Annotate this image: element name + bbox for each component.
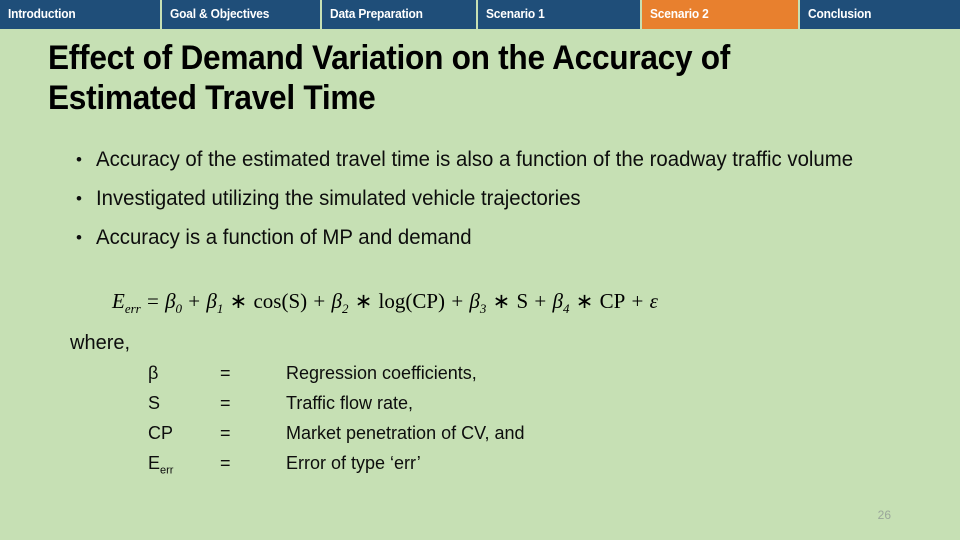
equals-cell: = (220, 453, 231, 473)
equation-plus: + (626, 289, 649, 313)
equation-coefficient: β0 (165, 289, 183, 317)
page-title-line-1: Effect of Demand Variation on the Accura… (48, 39, 731, 77)
equation-operator: ∗ (224, 289, 253, 313)
page-title-line-2: Estimated Travel Time (48, 79, 376, 117)
bullet-marker-icon: • (76, 228, 82, 247)
equation-coefficient: β2 (331, 289, 349, 317)
definition-cell: Error of type ‘err’ (286, 453, 421, 473)
equals-cell: = (220, 363, 231, 383)
list-item: • Accuracy of the estimated travel time … (70, 146, 900, 173)
bullet-marker-icon: • (76, 189, 82, 208)
equation-plus: + (183, 289, 206, 313)
table-row: Eerr = Error of type ‘err’ (148, 453, 524, 486)
equals-cell: = (220, 393, 231, 413)
definition-cell: Traffic flow rate, (286, 393, 414, 413)
list-item: • Investigated utilizing the simulated v… (70, 185, 900, 212)
symbol-cell: S (148, 393, 161, 413)
where-label: where, (70, 332, 131, 354)
section-navigation-bar: Introduction Goal & Objectives Data Prepar… (0, 0, 960, 29)
equation-factor: log(CP) (378, 289, 446, 313)
equation-coefficient: β1 (206, 289, 224, 317)
table-row: CP = Market penetration of CV, and (148, 423, 524, 453)
equation-plus: + (446, 289, 469, 313)
nav-tab-label: Scenario 1 (486, 6, 545, 21)
regression-equation: Eerr = β0 + β1 ∗ cos(S) + β2 ∗ log(CP) +… (112, 288, 658, 322)
nav-tab-introduction[interactable]: Introduction (0, 0, 162, 29)
nav-tab-label: Data Preparation (330, 6, 423, 21)
symbol-cell: β (148, 363, 159, 383)
list-item: • Accuracy is a function of MP and deman… (70, 224, 900, 251)
equation-operator: ∗ (349, 289, 378, 313)
bullet-list: • Accuracy of the estimated travel time … (70, 146, 900, 263)
equation-plus: + (308, 289, 331, 313)
symbol-definition-table: β = Regression coefficients, S = Traffic flow… (148, 363, 524, 486)
equation-equals: = (141, 289, 165, 313)
list-item-text: Accuracy of the estimated travel time is… (96, 148, 854, 171)
table-row: β = Regression coefficients, (148, 363, 524, 393)
bullet-marker-icon: • (76, 150, 82, 169)
equation-factor: CP (599, 289, 626, 313)
definition-cell: Market penetration of CV, and (286, 423, 525, 443)
definition-cell: Regression coefficients, (286, 363, 477, 383)
equation-lhs: Eerr (112, 289, 141, 317)
equals-cell: = (220, 423, 231, 443)
equation-error-term: ε (649, 289, 658, 313)
equation-operator: ∗ (570, 289, 599, 313)
slide-canvas: Introduction Goal & Objectives Data Prepar… (0, 0, 960, 540)
table-row: S = Traffic flow rate, (148, 393, 524, 423)
symbol-cell: CP (148, 423, 174, 443)
equation-factor: S (516, 289, 529, 313)
equation-coefficient: β4 (552, 289, 570, 317)
equation-plus: + (529, 289, 552, 313)
nav-tab-label: Goal & Objectives (170, 6, 270, 21)
nav-tab-label: Introduction (8, 6, 76, 21)
nav-tab-label: Conclusion (808, 6, 872, 21)
list-item-text: Investigated utilizing the simulated veh… (96, 187, 581, 210)
list-item-text: Accuracy is a function of MP and demand (96, 226, 472, 249)
symbol-cell: Eerr (148, 453, 174, 477)
page-title: Effect of Demand Variation on the Accura… (48, 38, 848, 118)
nav-tab-data-preparation[interactable]: Data Preparation (322, 0, 478, 29)
symbol-subscript: err (160, 464, 174, 477)
equation-coefficient: β3 (469, 289, 487, 317)
nav-tab-conclusion[interactable]: Conclusion (800, 0, 960, 29)
nav-tab-scenario-1[interactable]: Scenario 1 (478, 0, 642, 29)
nav-tab-label: Scenario 2 (650, 6, 709, 21)
symbol-definition-body: β = Regression coefficients, S = Traffic flow… (148, 363, 524, 486)
page-number: 26 (877, 508, 891, 522)
equation-factor: cos(S) (253, 289, 308, 313)
nav-tab-scenario-2[interactable]: Scenario 2 (642, 0, 800, 29)
equation-operator: ∗ (487, 289, 516, 313)
nav-tab-goal-objectives[interactable]: Goal & Objectives (162, 0, 322, 29)
